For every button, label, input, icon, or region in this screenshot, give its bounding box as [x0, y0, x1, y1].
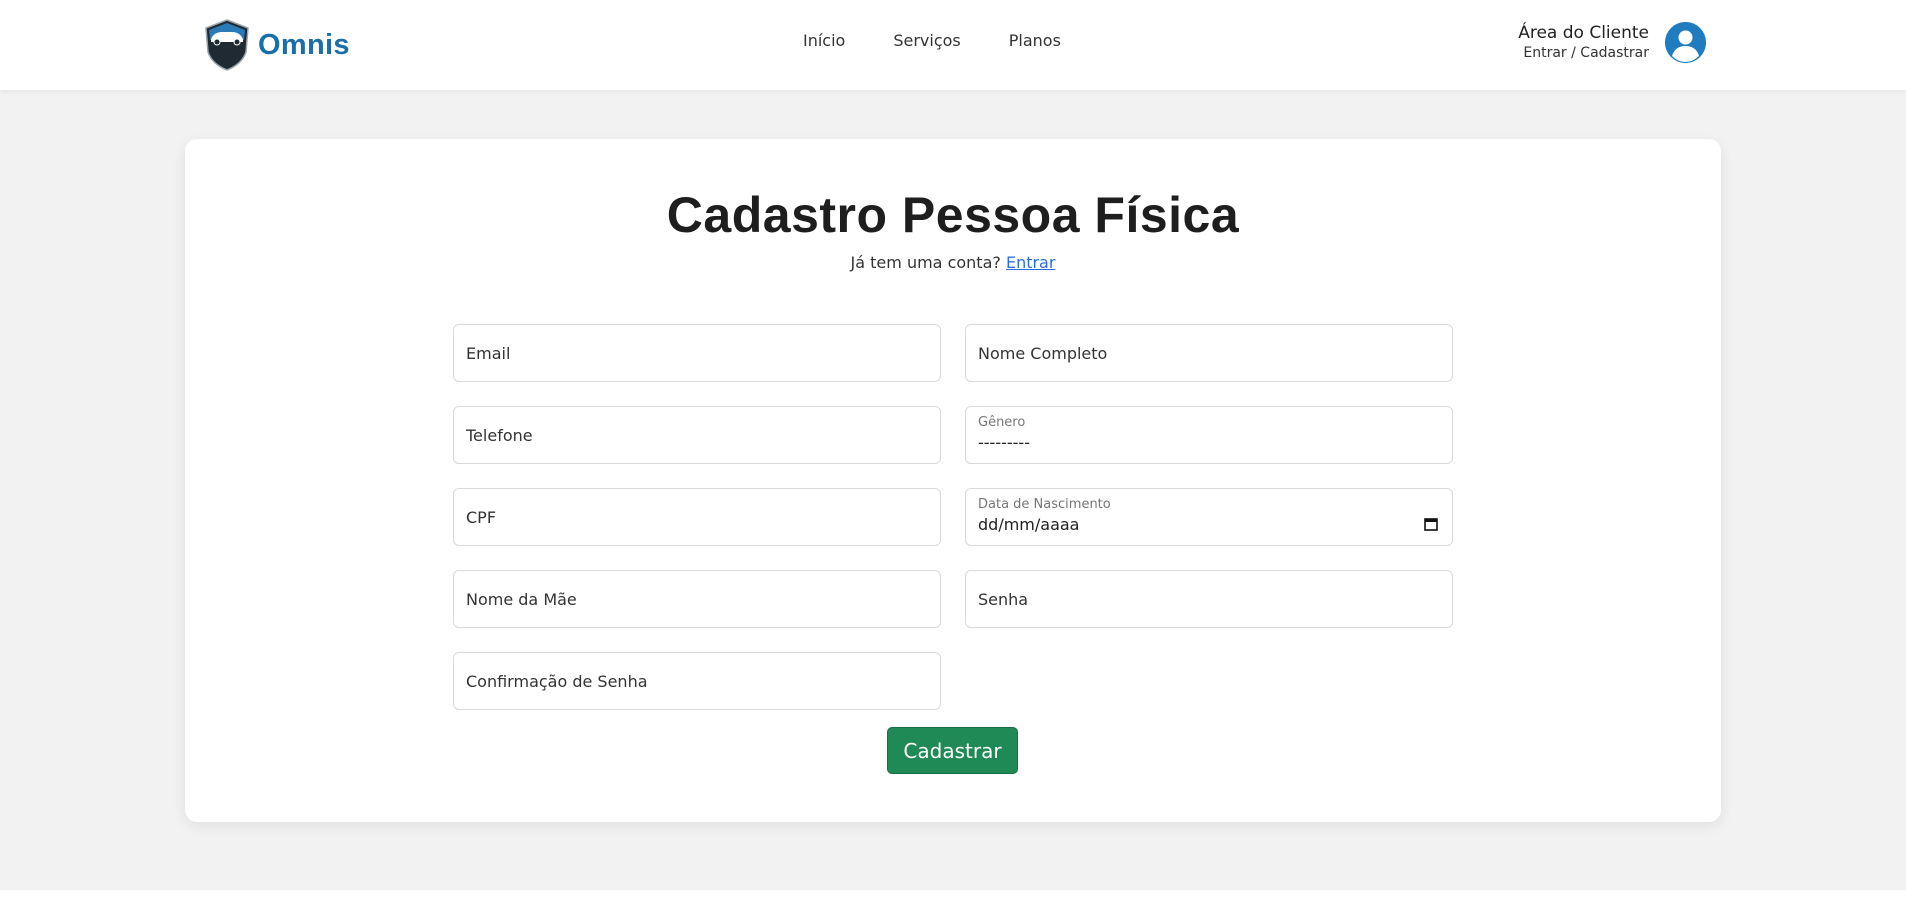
- site-header: Omnis Início Serviços Planos Área do Cli…: [0, 0, 1906, 90]
- page: Omnis Início Serviços Planos Área do Cli…: [0, 0, 1906, 916]
- calendar-icon[interactable]: [1424, 517, 1438, 531]
- email-field: [453, 324, 941, 382]
- email-input[interactable]: [454, 325, 940, 381]
- password-input[interactable]: [966, 571, 1452, 627]
- nav-link-planos[interactable]: Planos: [1009, 31, 1061, 50]
- nav-link-inicio[interactable]: Início: [803, 31, 845, 50]
- mother-name-field: [453, 570, 941, 628]
- client-area-button[interactable]: Área do Cliente Entrar / Cadastrar: [1518, 22, 1706, 63]
- have-account-text: Já tem uma conta?: [850, 253, 1001, 272]
- main-nav: Início Serviços Planos: [803, 31, 1061, 50]
- client-area-title: Área do Cliente: [1518, 22, 1649, 43]
- user-avatar-icon[interactable]: [1665, 22, 1706, 63]
- birth-date-value: dd/mm/aaaa: [978, 515, 1080, 534]
- footer-strip: [0, 890, 1906, 916]
- password-confirm-input[interactable]: [454, 653, 940, 709]
- password-field: [965, 570, 1453, 628]
- gender-label: Gênero: [978, 415, 1026, 430]
- cpf-input[interactable]: [454, 489, 940, 545]
- submit-button[interactable]: Cadastrar: [887, 727, 1018, 774]
- mother-name-input[interactable]: [454, 571, 940, 627]
- birth-date-input[interactable]: Data de Nascimento dd/mm/aaaa: [965, 488, 1453, 546]
- brand-name: Omnis: [258, 28, 350, 61]
- login-prompt: Já tem uma conta? Entrar: [0, 253, 1906, 272]
- brand-logo[interactable]: Omnis: [202, 18, 350, 72]
- login-link[interactable]: Entrar: [1006, 253, 1055, 272]
- gender-selected-value: ---------: [978, 433, 1030, 452]
- full-name-input[interactable]: [966, 325, 1452, 381]
- gender-select[interactable]: Gênero ---------: [965, 406, 1453, 464]
- password-confirm-field: [453, 652, 941, 710]
- full-name-field: [965, 324, 1453, 382]
- page-title: Cadastro Pessoa Física: [666, 187, 1240, 243]
- birth-date-label: Data de Nascimento: [978, 497, 1111, 512]
- client-area-subtitle: Entrar / Cadastrar: [1523, 45, 1649, 62]
- phone-input[interactable]: [454, 407, 940, 463]
- phone-field: [453, 406, 941, 464]
- client-area-text: Área do Cliente Entrar / Cadastrar: [1518, 23, 1649, 62]
- cpf-field: [453, 488, 941, 546]
- nav-link-servicos[interactable]: Serviços: [893, 31, 960, 50]
- shield-car-icon: [205, 19, 249, 71]
